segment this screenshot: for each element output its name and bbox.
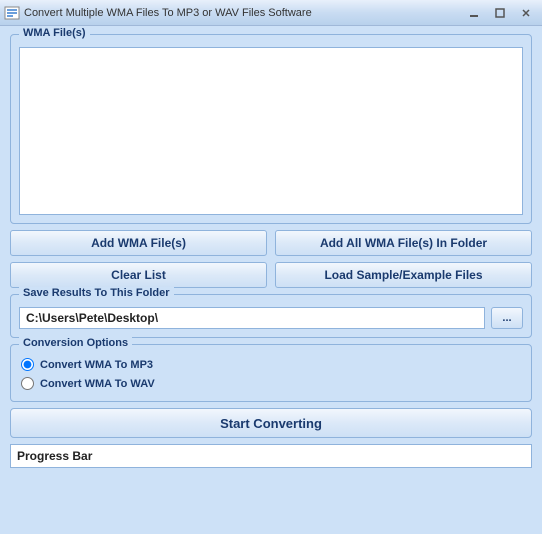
client-area: WMA File(s) Add WMA File(s) Add All WMA … xyxy=(0,26,542,534)
minimize-button[interactable] xyxy=(462,5,486,21)
window-controls xyxy=(462,5,538,21)
maximize-button[interactable] xyxy=(488,5,512,21)
button-row-1: Add WMA File(s) Add All WMA File(s) In F… xyxy=(10,230,532,256)
file-list[interactable] xyxy=(19,47,523,215)
load-sample-button[interactable]: Load Sample/Example Files xyxy=(275,262,532,288)
button-row-2: Clear List Load Sample/Example Files xyxy=(10,262,532,288)
path-row: ... xyxy=(19,307,523,329)
save-folder-group: Save Results To This Folder ... xyxy=(10,294,532,338)
save-path-input[interactable] xyxy=(19,307,485,329)
file-list-label: WMA File(s) xyxy=(19,27,90,39)
clear-list-button[interactable]: Clear List xyxy=(10,262,267,288)
window-title: Convert Multiple WMA Files To MP3 or WAV… xyxy=(24,7,462,19)
radio-mp3[interactable] xyxy=(21,358,34,371)
app-icon xyxy=(4,5,20,21)
radio-wav[interactable] xyxy=(21,377,34,390)
file-list-group: WMA File(s) xyxy=(10,34,532,224)
conversion-options-group: Conversion Options Convert WMA To MP3 Co… xyxy=(10,344,532,402)
progress-bar: Progress Bar xyxy=(10,444,532,468)
browse-button[interactable]: ... xyxy=(491,307,523,329)
save-folder-label: Save Results To This Folder xyxy=(19,287,174,299)
titlebar: Convert Multiple WMA Files To MP3 or WAV… xyxy=(0,0,542,26)
radio-mp3-label: Convert WMA To MP3 xyxy=(40,359,153,371)
start-converting-button[interactable]: Start Converting xyxy=(10,408,532,438)
radio-wav-label: Convert WMA To WAV xyxy=(40,378,155,390)
radio-mp3-row: Convert WMA To MP3 xyxy=(19,355,523,374)
close-button[interactable] xyxy=(514,5,538,21)
conversion-options-label: Conversion Options xyxy=(19,337,132,349)
add-files-button[interactable]: Add WMA File(s) xyxy=(10,230,267,256)
radio-wav-row: Convert WMA To WAV xyxy=(19,374,523,393)
add-folder-button[interactable]: Add All WMA File(s) In Folder xyxy=(275,230,532,256)
progress-label: Progress Bar xyxy=(17,449,92,463)
